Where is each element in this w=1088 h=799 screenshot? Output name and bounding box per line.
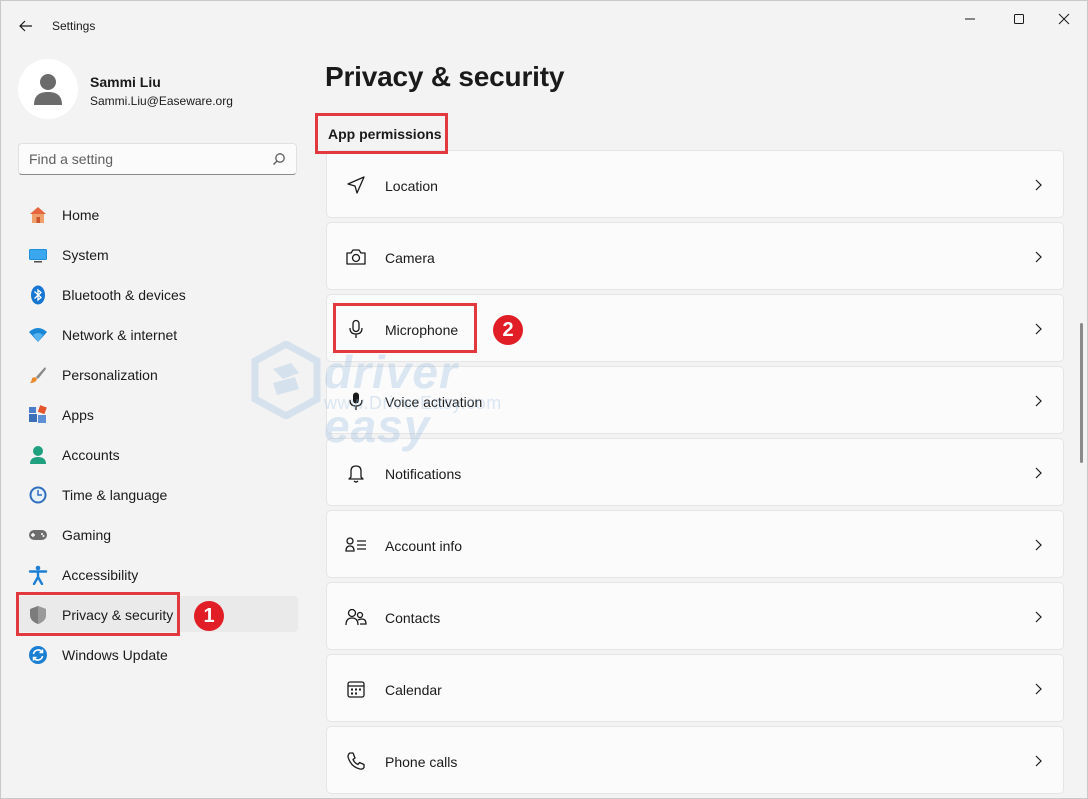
sidebar-item-privacy-security[interactable]: Privacy & security xyxy=(18,596,298,632)
bell-icon xyxy=(345,462,367,484)
microphone-icon xyxy=(345,318,367,340)
camera-icon xyxy=(345,246,367,268)
setting-row-account-info[interactable]: Account info xyxy=(326,510,1064,578)
setting-row-phone-calls[interactable]: Phone calls xyxy=(326,726,1064,794)
home-icon xyxy=(28,205,48,225)
wifi-icon xyxy=(28,325,48,345)
avatar[interactable] xyxy=(18,59,78,119)
calendar-icon xyxy=(345,678,367,700)
time-language-icon xyxy=(28,485,48,505)
chevron-right-icon xyxy=(1035,179,1042,191)
shield-icon xyxy=(28,605,48,625)
accessibility-icon xyxy=(28,565,48,585)
sidebar-item-time-language[interactable]: Time & language xyxy=(18,476,298,512)
sidebar-item-personalization[interactable]: Personalization xyxy=(18,356,298,392)
sidebar-item-network[interactable]: Network & internet xyxy=(18,316,298,352)
chevron-right-icon xyxy=(1035,323,1042,335)
sidebar-item-system[interactable]: System xyxy=(18,236,298,272)
minimize-button[interactable] xyxy=(947,5,993,33)
chevron-right-icon xyxy=(1035,683,1042,695)
setting-row-location[interactable]: Location xyxy=(326,150,1064,218)
update-icon xyxy=(28,645,48,665)
sidebar-item-bluetooth[interactable]: Bluetooth & devices xyxy=(18,276,298,312)
page-title: Privacy & security xyxy=(325,61,565,92)
back-arrow-icon xyxy=(19,20,32,32)
user-name: Sammi Liu xyxy=(90,74,161,90)
minimize-icon xyxy=(965,18,975,20)
app-title: Settings xyxy=(52,19,96,33)
app-permissions-list: Location Camera Microphone Voice activat… xyxy=(326,150,1064,798)
sidebar-item-gaming[interactable]: Gaming xyxy=(18,516,298,552)
contacts-icon xyxy=(345,606,367,628)
sidebar-nav: Home System Bluetooth & devices Network … xyxy=(18,196,298,676)
sidebar-item-windows-update[interactable]: Windows Update xyxy=(18,636,298,672)
sidebar-item-home[interactable]: Home xyxy=(18,196,298,232)
search-input[interactable] xyxy=(19,144,259,174)
sidebar-item-accounts[interactable]: Accounts xyxy=(18,436,298,472)
close-icon xyxy=(1058,13,1070,25)
search-box[interactable] xyxy=(18,143,297,175)
setting-row-calendar[interactable]: Calendar xyxy=(326,654,1064,722)
maximize-icon xyxy=(1014,14,1024,24)
search-icon[interactable] xyxy=(272,152,286,166)
phone-icon xyxy=(345,750,367,772)
step-badge-1: 1 xyxy=(194,601,224,631)
chevron-right-icon xyxy=(1035,395,1042,407)
user-silhouette-icon xyxy=(34,74,62,105)
chevron-right-icon xyxy=(1035,467,1042,479)
brush-icon xyxy=(28,365,48,385)
account-info-icon xyxy=(345,534,367,556)
gamepad-icon xyxy=(28,525,48,545)
accounts-icon xyxy=(28,445,48,465)
setting-row-camera[interactable]: Camera xyxy=(326,222,1064,290)
setting-row-contacts[interactable]: Contacts xyxy=(326,582,1064,650)
setting-row-microphone[interactable]: Microphone xyxy=(326,294,1064,362)
title-bar: Settings xyxy=(1,1,1087,51)
sidebar-item-apps[interactable]: Apps xyxy=(18,396,298,432)
apps-icon xyxy=(28,405,48,425)
section-heading-app-permissions: App permissions xyxy=(328,126,442,142)
scrollbar-thumb[interactable] xyxy=(1080,323,1083,463)
step-badge-2: 2 xyxy=(493,315,523,345)
maximize-button[interactable] xyxy=(996,5,1042,33)
sidebar-item-accessibility[interactable]: Accessibility xyxy=(18,556,298,592)
system-icon xyxy=(28,245,48,265)
chevron-right-icon xyxy=(1035,539,1042,551)
user-email: Sammi.Liu@Easeware.org xyxy=(90,94,233,108)
chevron-right-icon xyxy=(1035,755,1042,767)
back-button[interactable] xyxy=(13,13,39,39)
setting-row-voice-activation[interactable]: Voice activation xyxy=(326,366,1064,434)
chevron-right-icon xyxy=(1035,611,1042,623)
chevron-right-icon xyxy=(1035,251,1042,263)
voice-activation-icon xyxy=(345,390,367,412)
settings-window: Settings Sammi Liu Sammi.Liu@Easeware.or… xyxy=(0,0,1088,799)
setting-row-notifications[interactable]: Notifications xyxy=(326,438,1064,506)
close-button[interactable] xyxy=(1041,5,1087,33)
bluetooth-icon xyxy=(28,285,48,305)
location-icon xyxy=(345,174,367,196)
